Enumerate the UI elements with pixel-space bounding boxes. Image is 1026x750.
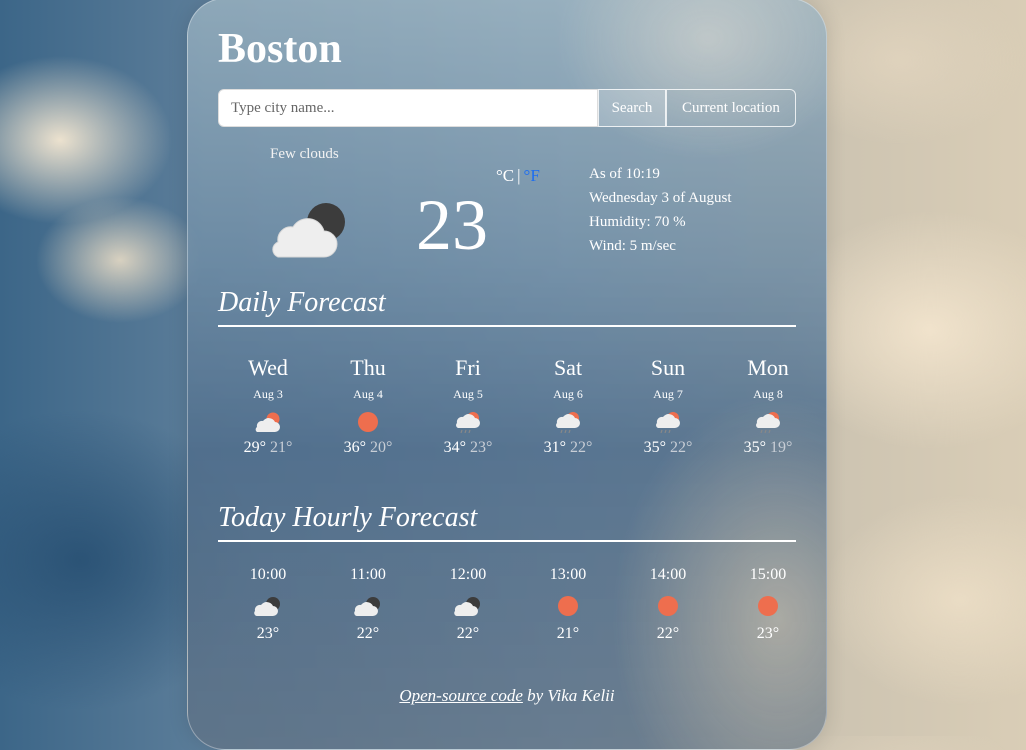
high-temp: 31° — [543, 439, 566, 456]
humidity: Humidity: 70 % — [589, 214, 686, 230]
cloud-sun-icon — [255, 412, 280, 432]
hour-temp: 22° — [356, 625, 380, 642]
day-temperatures: 34° 23° — [418, 439, 518, 457]
hourly-forecast-item: 12:00 22° — [418, 565, 518, 643]
day-name: Mon — [747, 355, 789, 380]
hourly-forecast-item: 14:00 22° — [618, 565, 718, 643]
cloud-moon-icon — [254, 597, 280, 616]
hour-temp: 22° — [456, 625, 480, 642]
daily-forecast-day: Thu Aug 4 36° 20° — [318, 355, 418, 457]
daily-forecast-title: Daily Forecast — [218, 287, 796, 327]
hourly-forecast-item: 11:00 22° — [318, 565, 418, 643]
rain-sun-icon — [556, 412, 580, 433]
sun-icon — [558, 596, 578, 616]
hour-time: 14:00 — [649, 566, 687, 583]
low-temp: 23° — [470, 439, 493, 456]
hour-time: 12:00 — [449, 566, 487, 583]
as-of-time: As of 10:19 — [589, 166, 660, 182]
footer: Open-source code by Vika Kelii — [188, 686, 826, 706]
high-temp: 29° — [243, 439, 266, 456]
hourly-forecast-item: 15:00 23° — [718, 565, 818, 643]
day-temperatures: 29° 21° — [218, 439, 318, 457]
day-name: Fri — [455, 355, 481, 380]
sun-icon — [358, 412, 378, 432]
sun-icon — [758, 596, 778, 616]
day-date: Aug 7 — [653, 387, 683, 401]
high-temp: 36° — [343, 439, 366, 456]
weather-details: As of 10:19 Wednesday 3 of August Humidi… — [589, 162, 732, 258]
cloud-moon-icon — [454, 597, 480, 616]
hour-time: 13:00 — [549, 566, 587, 583]
hour-time: 15:00 — [749, 566, 787, 583]
hourly-forecast-item: 13:00 21° — [518, 565, 618, 643]
day-temperatures: 35° 22° — [618, 439, 718, 457]
cloud-moon-icon — [354, 597, 380, 616]
hour-temp: 21° — [556, 625, 580, 642]
day-date: Aug 8 — [753, 387, 783, 401]
search-button[interactable]: Search — [598, 89, 666, 127]
source-code-link[interactable]: Open-source code — [399, 686, 523, 705]
high-temp: 34° — [443, 439, 466, 456]
search-form: Search Current location — [218, 89, 796, 127]
wind: Wind: 5 m/sec — [589, 238, 676, 254]
daily-forecast-day: Mon Aug 8 35° 19° — [718, 355, 818, 457]
high-temp: 35° — [643, 439, 666, 456]
day-temperatures: 31° 22° — [518, 439, 618, 457]
low-temp: 21° — [270, 439, 293, 456]
low-temp: 22° — [570, 439, 593, 456]
hourly-forecast-title: Today Hourly Forecast — [218, 502, 796, 542]
day-date: Aug 6 — [553, 387, 583, 401]
day-temperatures: 36° 20° — [318, 439, 418, 457]
unit-separator: | — [517, 166, 521, 185]
few-clouds-night-icon — [272, 203, 345, 258]
current-date: Wednesday 3 of August — [589, 190, 732, 206]
unit-toggle: °C | °F — [496, 166, 540, 186]
hour-time: 10:00 — [249, 566, 287, 583]
daily-forecast-day: Fri Aug 5 34° 23° — [418, 355, 518, 457]
current-location-button[interactable]: Current location — [666, 89, 796, 127]
low-temp: 22° — [670, 439, 693, 456]
current-temperature: 23 — [416, 185, 488, 265]
rain-sun-icon — [756, 412, 780, 433]
city-search-input[interactable] — [218, 89, 598, 127]
day-name: Sun — [650, 355, 686, 380]
fahrenheit-link[interactable]: °F — [524, 166, 540, 185]
author-credit: by Vika Kelii — [522, 686, 615, 705]
day-date: Aug 4 — [353, 387, 383, 401]
hourly-forecast: 10:00 23° 11:00 22° 12:00 22° 13:00 21° 14:00 22°… — [218, 565, 818, 643]
celsius-link[interactable]: °C — [496, 166, 514, 185]
weather-card: Boston Search Current location Few cloud… — [187, 0, 827, 750]
hour-time: 11:00 — [350, 566, 386, 583]
day-date: Aug 3 — [253, 387, 283, 401]
high-temp: 35° — [743, 439, 766, 456]
daily-forecast-day: Sun Aug 7 35° 22° — [618, 355, 718, 457]
day-date: Aug 5 — [453, 387, 483, 401]
daily-forecast-day: Sat Aug 6 31° 22° — [518, 355, 618, 457]
city-name: Boston — [218, 26, 342, 72]
low-temp: 20° — [370, 439, 393, 456]
day-name: Thu — [350, 355, 386, 380]
hourly-forecast-item: 10:00 23° — [218, 565, 318, 643]
weather-description: Few clouds — [270, 146, 339, 162]
hour-temp: 22° — [656, 625, 680, 642]
hour-temp: 23° — [756, 625, 780, 642]
daily-forecast-day: Wed Aug 3 29° 21° — [218, 355, 318, 457]
hour-temp: 23° — [256, 625, 280, 642]
day-name: Wed — [248, 355, 288, 380]
low-temp: 19° — [770, 439, 793, 456]
day-temperatures: 35° 19° — [718, 439, 818, 457]
daily-forecast: Wed Aug 3 29° 21° Thu Aug 4 36° 20° Fri Aug 5 34… — [218, 355, 818, 457]
day-name: Sat — [553, 355, 583, 380]
rain-sun-icon — [656, 412, 680, 433]
rain-sun-icon — [456, 412, 480, 433]
sun-icon — [658, 596, 678, 616]
